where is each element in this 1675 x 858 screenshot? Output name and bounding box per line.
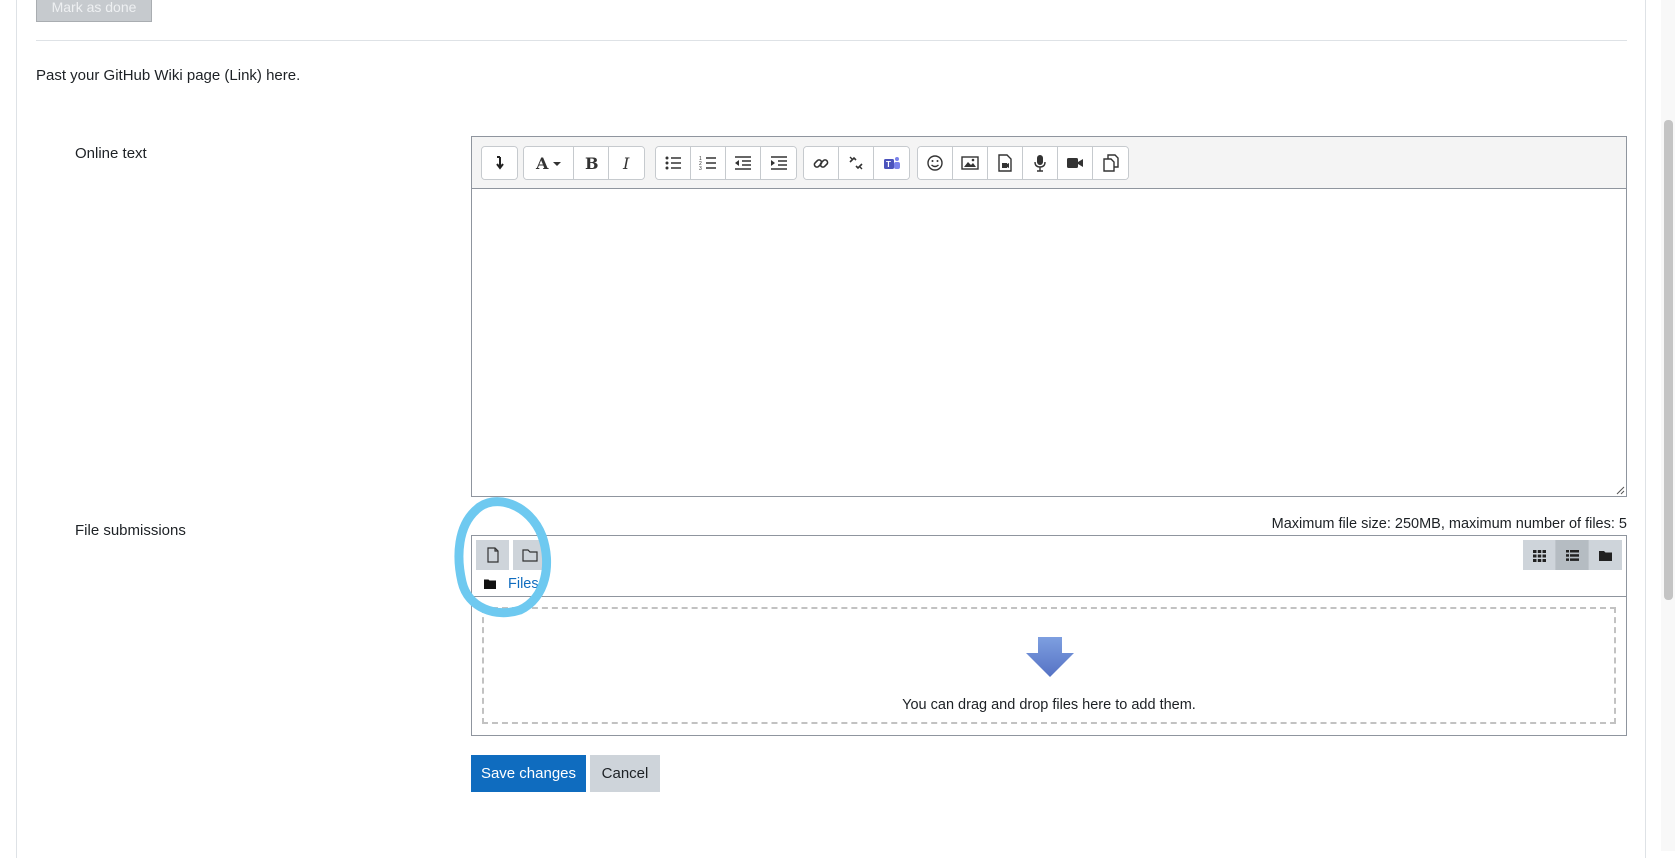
unordered-list-icon[interactable]	[656, 147, 691, 179]
outdent-icon[interactable]	[726, 147, 761, 179]
emoji-icon[interactable]	[918, 147, 953, 179]
dropzone-text: You can drag and drop files here to add …	[902, 697, 1196, 713]
divider	[36, 40, 1627, 41]
media-icon[interactable]	[988, 147, 1023, 179]
scrollbar-thumb[interactable]	[1664, 120, 1673, 600]
file-picker-header: Files	[472, 536, 1626, 597]
ordered-list-icon[interactable]: 123	[691, 147, 726, 179]
toggle-toolbar-icon[interactable]	[482, 147, 517, 179]
file-picker-path: Files	[484, 576, 539, 592]
bold-icon[interactable]: B	[574, 147, 609, 179]
tree-view-icon	[1599, 550, 1612, 561]
file-submissions-label: File submissions	[75, 522, 186, 539]
file-limits-text: Maximum file size: 250MB, maximum number…	[1271, 516, 1627, 532]
record-video-icon[interactable]	[1058, 147, 1093, 179]
svg-text:T: T	[886, 160, 891, 169]
record-audio-icon[interactable]	[1023, 147, 1058, 179]
mark-as-done-button[interactable]: Mark as done	[36, 0, 152, 22]
drop-arrow-icon	[1026, 637, 1074, 677]
assignment-instructions: Past your GitHub Wiki page (Link) here.	[36, 67, 301, 84]
unlink-icon[interactable]	[839, 147, 874, 179]
svg-text:B: B	[585, 154, 599, 172]
link-icon[interactable]	[804, 147, 839, 179]
toolbar-group-toggle	[481, 146, 518, 180]
image-icon[interactable]	[953, 147, 988, 179]
icon-view-icon	[1532, 549, 1546, 562]
editor-content-area[interactable]	[472, 189, 1626, 496]
save-changes-button[interactable]: Save changes	[471, 755, 586, 792]
icon-view-button[interactable]	[1523, 540, 1556, 570]
list-view-icon	[1565, 549, 1579, 561]
add-file-icon	[486, 547, 499, 563]
svg-text:I: I	[622, 154, 630, 172]
editor-toolbar: A B I 123 T	[472, 137, 1626, 189]
view-switcher	[1523, 540, 1622, 570]
add-file-button[interactable]	[476, 540, 509, 570]
cancel-button[interactable]: Cancel	[590, 755, 660, 792]
online-text-editor[interactable]: A B I 123 T	[471, 136, 1627, 497]
toolbar-group-media	[917, 146, 1129, 180]
italic-icon[interactable]: I	[609, 147, 644, 179]
manage-files-icon[interactable]	[1093, 147, 1128, 179]
toolbar-group-lists: 123	[655, 146, 797, 180]
teams-meeting-icon[interactable]: T	[874, 147, 909, 179]
file-dropzone[interactable]: You can drag and drop files here to add …	[482, 607, 1616, 724]
resize-handle-icon[interactable]	[1615, 485, 1625, 495]
tree-view-button[interactable]	[1589, 540, 1622, 570]
indent-icon[interactable]	[761, 147, 796, 179]
online-text-label: Online text	[75, 145, 147, 162]
list-view-button[interactable]	[1556, 540, 1589, 570]
svg-text:3: 3	[699, 166, 702, 172]
toolbar-group-links: T	[803, 146, 910, 180]
font-style-icon[interactable]: A	[524, 147, 574, 179]
folder-icon	[484, 579, 496, 589]
toolbar-group-format: A B I	[523, 146, 645, 180]
file-picker: Files You can drag and drop files here t…	[471, 535, 1627, 736]
create-folder-button[interactable]	[513, 540, 546, 570]
create-folder-icon	[521, 549, 538, 562]
files-path-link[interactable]: Files	[508, 576, 539, 592]
svg-text:A: A	[535, 154, 549, 172]
